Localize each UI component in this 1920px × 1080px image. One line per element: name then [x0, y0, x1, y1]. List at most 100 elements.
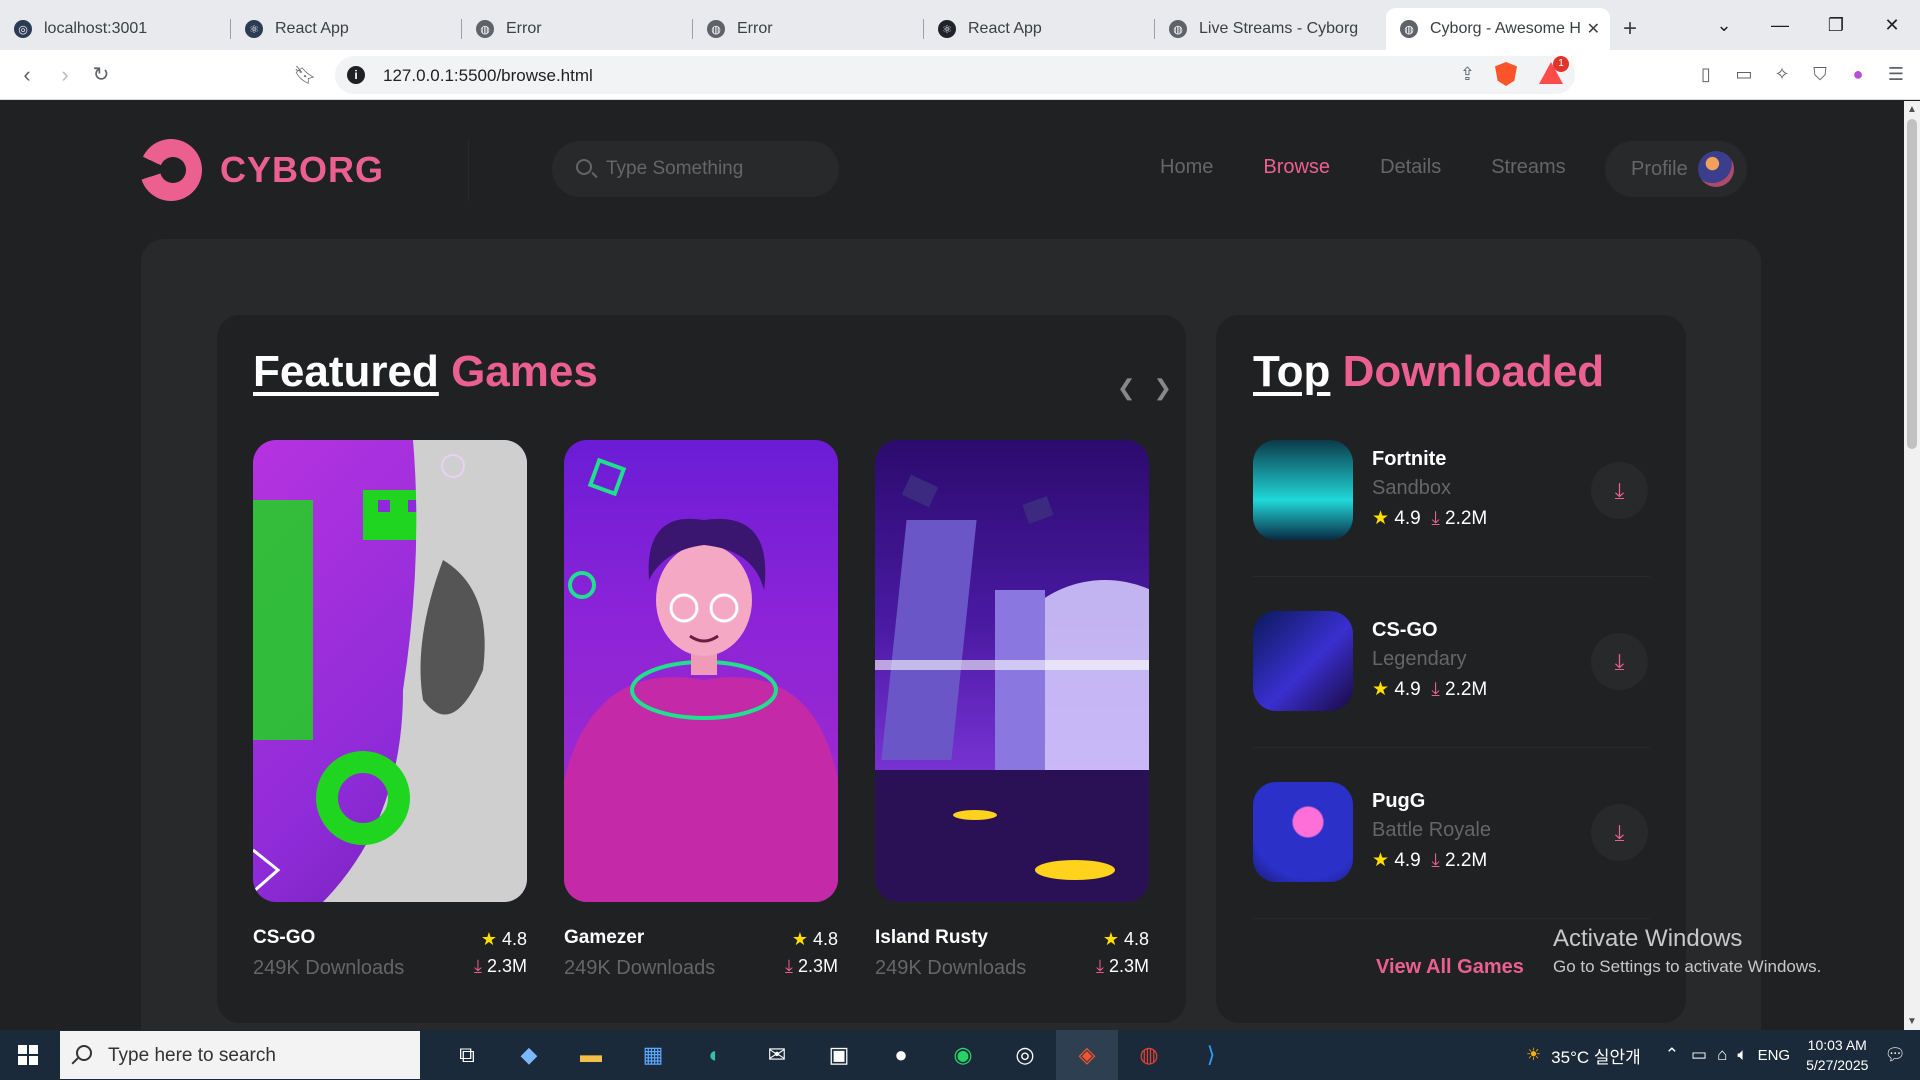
menu-icon[interactable]: ☰: [1884, 62, 1908, 86]
download-button[interactable]: ⤓: [1591, 804, 1648, 861]
game-card[interactable]: Island Rusty 249K Downloads ★ 4.8 ⤓ 2.3M: [875, 440, 1149, 979]
count-value: 2.3M: [486, 956, 527, 976]
page-scrollbar[interactable]: ▲ ▼: [1904, 101, 1920, 1030]
top-game-stats: ★ 4.9 ⤓ 2.2M: [1372, 849, 1487, 872]
sidebar-icon[interactable]: ▯: [1694, 62, 1718, 86]
whatsapp-icon[interactable]: ◉: [932, 1030, 994, 1080]
omnibox[interactable]: i 127.0.0.1:5500/browse.html ⇪ 1: [335, 56, 1575, 94]
profile-icon[interactable]: ●: [1846, 62, 1870, 86]
rating-value: 4.9: [1394, 850, 1421, 871]
share-icon[interactable]: ⇪: [1460, 64, 1475, 85]
windows-start-icon[interactable]: [18, 1045, 38, 1065]
count-value: 2.3M: [1108, 956, 1149, 976]
minimize-button[interactable]: —: [1752, 0, 1808, 50]
copilot-icon[interactable]: ◆: [498, 1030, 560, 1080]
tab-title: React App: [275, 20, 349, 37]
obs-icon[interactable]: ◎: [994, 1030, 1056, 1080]
taskbar-search[interactable]: Type here to search: [60, 1031, 420, 1079]
scroll-up-arrow[interactable]: ▲: [1907, 104, 1917, 115]
game-card[interactable]: CS-GO 249K Downloads ★ 4.8 ⤓ 2.3M: [253, 440, 527, 979]
search-input[interactable]: [606, 141, 826, 197]
browser-tab[interactable]: ◍ Error: [693, 8, 924, 50]
notification-icon[interactable]: 💬︎: [1884, 1045, 1906, 1065]
download-button[interactable]: ⤓: [1591, 633, 1648, 690]
download-icon: ⤓: [1431, 850, 1440, 871]
profile-label: Profile: [1631, 158, 1688, 180]
close-tab-icon[interactable]: ✕: [1587, 19, 1600, 39]
carousel-arrows[interactable]: ❮ ❯: [1117, 375, 1178, 401]
clock[interactable]: 10:03 AM 5/27/2025: [1806, 1035, 1868, 1075]
browser-tab-active[interactable]: ◍ Cyborg - Awesome H ✕: [1386, 8, 1610, 50]
back-icon[interactable]: ‹: [14, 62, 40, 88]
language-indicator[interactable]: ENG: [1758, 1047, 1791, 1064]
react-icon: ⚛: [938, 20, 956, 38]
game-card[interactable]: Gamezer 249K Downloads ★ 4.8 ⤓ 2.3M: [564, 440, 838, 979]
battery-icon[interactable]: ▭: [1691, 1045, 1707, 1065]
browser-tab[interactable]: ⚛ React App: [924, 8, 1155, 50]
top-game-category: Battle Royale: [1372, 819, 1491, 841]
rating-value: 4.8: [501, 929, 527, 949]
vpn-icon[interactable]: ⛉: [1808, 62, 1832, 86]
browser-tab[interactable]: ◍ Live Streams - Cyborg: [1155, 8, 1386, 50]
window-controls: ⌄ — ❐ ✕: [1696, 0, 1920, 50]
wallet-icon[interactable]: ▭: [1732, 62, 1756, 86]
maximize-button[interactable]: ❐: [1808, 0, 1864, 50]
rating-value: 4.9: [1394, 508, 1421, 529]
site-info-icon[interactable]: i: [347, 66, 365, 84]
divider: [1253, 918, 1650, 919]
browser-tab[interactable]: ⚛ React App: [231, 8, 462, 50]
taskbar-search-placeholder: Type here to search: [108, 1045, 276, 1066]
brave-icon[interactable]: ◈: [1056, 1030, 1118, 1080]
mail-icon[interactable]: ✉: [746, 1030, 808, 1080]
game-download-count: ⤓ 2.3M: [785, 956, 838, 977]
nav-browse[interactable]: Browse: [1263, 156, 1330, 179]
tab-title: Cyborg - Awesome H: [1430, 20, 1580, 37]
scroll-down-arrow[interactable]: ▼: [1907, 1016, 1917, 1027]
bookmark-icon[interactable]: 🔖︎: [292, 62, 318, 88]
tab-strip: ◎ localhost:3001 ⚛ React App ◍ Error ◍ E…: [0, 0, 1920, 50]
nav-details[interactable]: Details: [1380, 156, 1441, 179]
forward-icon[interactable]: ›: [52, 62, 78, 88]
weather-text[interactable]: 35°C 실안개: [1551, 1043, 1641, 1068]
leo-ai-icon[interactable]: ✧: [1770, 62, 1794, 86]
reload-icon[interactable]: ↻: [88, 62, 114, 88]
scrollbar-thumb[interactable]: [1907, 119, 1917, 449]
nav-streams[interactable]: Streams: [1491, 156, 1565, 179]
download-icon: ⤓: [473, 956, 482, 976]
toolbar-icons: ▯ ▭ ✧ ⛉ ● ☰: [1694, 62, 1908, 86]
media-icon[interactable]: ▣: [808, 1030, 870, 1080]
top-game-name: CS-GO: [1372, 619, 1438, 641]
tray-chevron-icon[interactable]: ⌃: [1665, 1045, 1679, 1065]
game-name: Gamezer: [564, 927, 645, 948]
top-game-item: CS-GO Legendary ★ 4.9 ⤓ 2.2M ⤓: [1253, 611, 1650, 748]
url-text[interactable]: 127.0.0.1:5500/browse.html: [383, 66, 593, 86]
github-icon[interactable]: ●: [870, 1030, 932, 1080]
edge-icon[interactable]: ◐: [684, 1030, 746, 1080]
browser-tab[interactable]: ◎ localhost:3001: [0, 8, 231, 50]
network-icon[interactable]: ⌂: [1717, 1045, 1727, 1065]
new-tab-button[interactable]: +: [1610, 8, 1650, 50]
task-view-icon[interactable]: ⧉: [436, 1030, 498, 1080]
browser-tab[interactable]: ◍ Error: [462, 8, 693, 50]
vscode-icon[interactable]: ⟩: [1180, 1030, 1242, 1080]
top-game-category: Sandbox: [1372, 477, 1451, 499]
top-game-name: Fortnite: [1372, 448, 1447, 470]
view-all-games-link[interactable]: View All Games: [1376, 956, 1524, 979]
activate-windows-watermark: Activate Windows Go to Settings to activ…: [1553, 925, 1821, 977]
top-game-name: PugG: [1372, 790, 1426, 812]
windows-taskbar: Type here to search ⧉ ◆ ▬ ▦ ◐ ✉ ▣ ● ◉ ◎ …: [0, 1030, 1920, 1080]
store-icon[interactable]: ▦: [622, 1030, 684, 1080]
cyborg-logo-icon: [140, 139, 202, 201]
game-download-count: ⤓ 2.3M: [474, 956, 527, 977]
chrome-icon[interactable]: ◍: [1118, 1030, 1180, 1080]
site-logo[interactable]: CYBORG: [140, 139, 384, 201]
tab-search-icon[interactable]: ⌄: [1696, 0, 1752, 50]
close-window-button[interactable]: ✕: [1864, 0, 1920, 50]
file-explorer-icon[interactable]: ▬: [560, 1030, 622, 1080]
volume-icon[interactable]: 🔈︎: [1737, 1045, 1747, 1065]
brave-shield-icon[interactable]: [1495, 62, 1517, 86]
profile-button[interactable]: Profile: [1605, 141, 1747, 197]
download-button[interactable]: ⤓: [1591, 462, 1648, 519]
nav-home[interactable]: Home: [1160, 156, 1213, 179]
game-cover-image: [253, 440, 527, 902]
